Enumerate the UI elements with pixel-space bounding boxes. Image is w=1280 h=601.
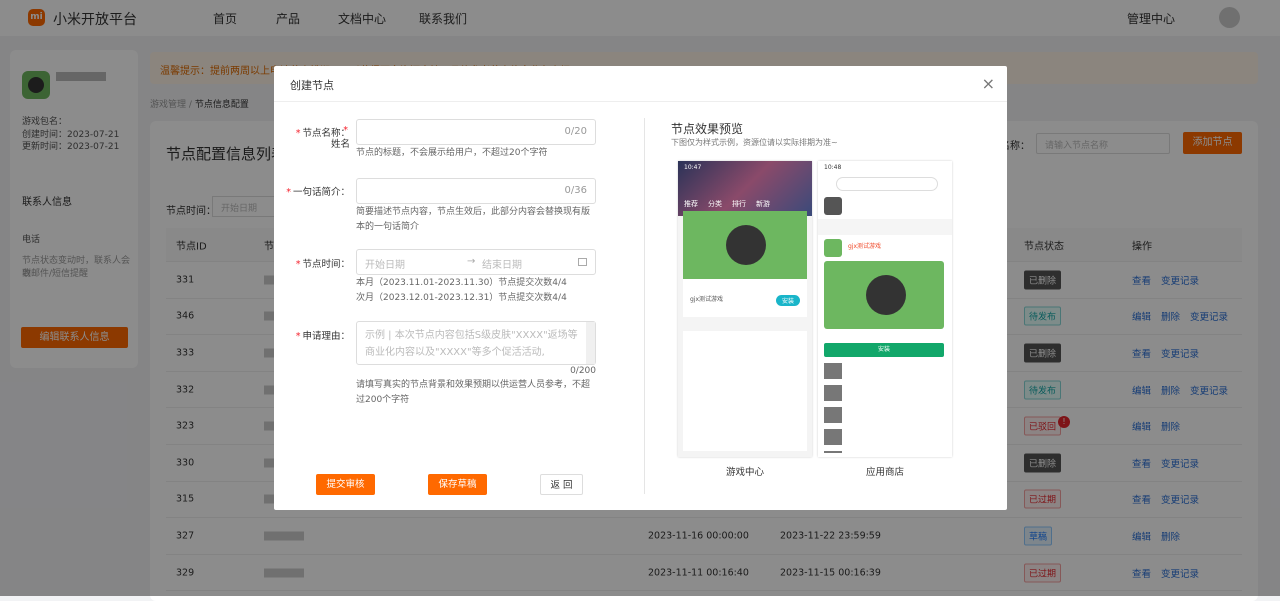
preview-subtitle: 下图仅为样式示例，资源位请以实际排期为准~ xyxy=(671,138,838,147)
reason-hint: 请填写真实的节点背景和效果预期以供运营人员参考，不超过200个字符 xyxy=(356,380,591,405)
node-name-input[interactable]: 0/20 xyxy=(356,119,596,145)
intro-hint: 简要描述节点内容，节点生效后，此部分内容会替换现有版本的一句话简介 xyxy=(356,207,591,232)
reason-textarea[interactable]: 示例 | 本次节点内容包括S级皮肤"XXXX"返场等商业化内容以及"XXXX"等… xyxy=(356,321,596,365)
arrow-icon: → xyxy=(467,256,476,267)
gc-tab: 分类 xyxy=(708,200,722,208)
date-range-input[interactable]: 开始日期 → 结束日期 xyxy=(356,249,596,275)
as-install: 安装 xyxy=(824,343,944,357)
close-icon[interactable]: × xyxy=(982,74,995,93)
game-center-preview: 10:47 推荐 分类 排行 新游 gjx测试游戏 安装 xyxy=(678,161,812,457)
gc-install: 安装 xyxy=(776,295,801,306)
app-store-preview: 10:48 gjx测试游戏 安装 xyxy=(818,161,952,457)
textarea-scrollbar[interactable] xyxy=(586,322,595,364)
game-center-caption: 游戏中心 xyxy=(726,467,765,478)
back-button[interactable]: 返 回 xyxy=(540,474,583,495)
submit-review-button[interactable]: 提交审核 xyxy=(316,474,375,495)
create-node-dialog: 创建节点 × * 节点名称： 节点的标题，不会展示给用户，不超过20个字符 * 一句… xyxy=(274,66,1007,510)
intro-input[interactable]: 0/36 xyxy=(356,178,596,204)
as-time: 10:48 xyxy=(824,164,842,171)
time-hint-1: 本月（2023.11.01-2023.11.30）节点提交次数4/4 xyxy=(356,278,567,288)
name-label: 姓名 xyxy=(330,139,350,150)
time-label: 节点时间： xyxy=(302,259,350,270)
preview-title: 节点效果预览 xyxy=(671,122,744,136)
time-hint-2: 次月（2023.12.01-2023.12.31）节点提交次数4/4 xyxy=(356,293,567,303)
start-date[interactable]: 开始日期 xyxy=(365,256,405,271)
gc-time: 10:47 xyxy=(684,164,702,171)
gc-tab: 新游 xyxy=(756,200,770,208)
intro-label: 一句话简介： xyxy=(292,187,350,198)
intro-count: 0/36 xyxy=(564,185,587,196)
app-store-caption: 应用商店 xyxy=(866,467,905,478)
reason-label: 申请理由： xyxy=(302,331,350,342)
gc-tab: 推荐 xyxy=(684,200,698,208)
as-game-name: gjx测试游戏 xyxy=(848,243,882,250)
reason-count: 0/200 xyxy=(570,366,596,376)
name-hint: 节点的标题，不会展示给用户，不超过20个字符 xyxy=(356,148,548,158)
calendar-icon xyxy=(578,258,587,266)
end-date[interactable]: 结束日期 xyxy=(482,256,522,271)
name-count: 0/20 xyxy=(564,126,587,137)
gc-tab: 排行 xyxy=(732,200,746,208)
gc-game-name: gjx测试游戏 xyxy=(690,296,724,303)
save-draft-button[interactable]: 保存草稿 xyxy=(428,474,487,495)
divider xyxy=(644,118,645,494)
